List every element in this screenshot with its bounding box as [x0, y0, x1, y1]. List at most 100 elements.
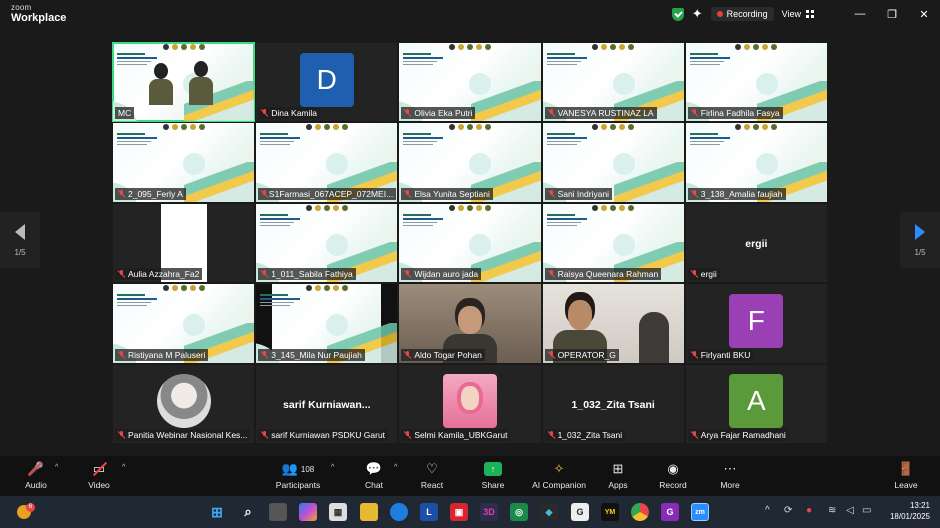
- participant-tile[interactable]: A Arya Fajar Ramadhani: [684, 363, 828, 444]
- participant-tile[interactable]: F Firlyanti BKU: [684, 283, 828, 364]
- participant-name-tag: Firlina Fadhila Fasya: [687, 107, 783, 120]
- copilot-icon[interactable]: [299, 503, 317, 521]
- file-explorer-icon[interactable]: [360, 503, 378, 521]
- ai-sparkle-icon[interactable]: ✦: [692, 6, 703, 22]
- calendar-app-icon[interactable]: ▦: [329, 503, 347, 521]
- zoom-taskbar-icon[interactable]: zm: [691, 503, 709, 521]
- tray-overflow-icon[interactable]: ^: [765, 505, 770, 516]
- chrome-icon[interactable]: [631, 503, 649, 521]
- participant-tile[interactable]: OPERATOR_G: [541, 283, 685, 364]
- chevron-left-icon: [15, 223, 25, 240]
- mic-muted-icon: [548, 430, 555, 439]
- participant-name: Raisya Queenara Rahman: [557, 269, 659, 280]
- participant-tile[interactable]: 2_095_Ferly A: [112, 122, 256, 203]
- participant-name: Ristiyana M Paluseri: [128, 349, 206, 360]
- participant-tile[interactable]: sarif Kurniawan... sarif Kurniawan PSDKU …: [255, 363, 399, 444]
- slide-title-text: [117, 133, 161, 148]
- participant-tile[interactable]: 1_032_Zita Tsani 1_032_Zita Tsani: [541, 363, 685, 444]
- participant-tile[interactable]: D Dina Kamila: [255, 42, 399, 123]
- restore-button[interactable]: ❐: [876, 0, 908, 28]
- participant-tile[interactable]: Raisya Queenara Rahman: [541, 202, 685, 284]
- recording-indicator[interactable]: Recording: [710, 7, 774, 21]
- close-button[interactable]: ✕: [908, 0, 940, 28]
- participant-name: sarif Kurniawan PSDKU Garut: [271, 429, 386, 440]
- slide-decoration: [470, 242, 541, 283]
- search-icon[interactable]: ⌕: [239, 503, 257, 521]
- participant-tile[interactable]: Sani Indriyani: [541, 122, 685, 203]
- record-icon: ◉: [667, 461, 679, 476]
- leave-button[interactable]: 🚪 Leave: [876, 460, 936, 490]
- capcut-icon[interactable]: ◆: [540, 503, 558, 521]
- participant-name-display: ergii: [745, 237, 768, 250]
- participant-tile[interactable]: S1Farmasi_067ACEP_072MEI...: [255, 122, 399, 203]
- participant-tile[interactable]: Wijdan auro jada: [398, 202, 542, 284]
- avatar: D: [299, 52, 354, 107]
- participant-name-tag: 3_138_Amalia faujiah: [687, 187, 786, 200]
- participant-tile[interactable]: 3_138_Amalia faujiah: [684, 122, 828, 203]
- participant-name: S1Farmasi_067ACEP_072MEI...: [268, 188, 394, 199]
- audio-options-caret[interactable]: ^: [55, 464, 58, 471]
- l-app-icon[interactable]: L: [420, 503, 438, 521]
- more-button[interactable]: ⋯ More: [700, 460, 760, 490]
- chat-options-caret[interactable]: ^: [394, 464, 397, 471]
- record-button[interactable]: ◉ Record: [643, 460, 703, 490]
- view-button[interactable]: View: [782, 9, 814, 19]
- participant-tile[interactable]: Ristiyana M Paluseri: [112, 283, 256, 364]
- minimize-button[interactable]: —: [844, 0, 876, 28]
- microphone-muted-icon: 🎤: [27, 461, 45, 476]
- participant-name-tag: Arya Fajar Ramadhani: [687, 428, 789, 441]
- participant-tile[interactable]: 1_011_Sabila Fathiya: [255, 202, 399, 284]
- wifi-icon[interactable]: ≋: [828, 505, 836, 516]
- participant-name-tag: 2_095_Ferly A: [115, 187, 186, 200]
- weather-widget-icon[interactable]: 6: [14, 501, 36, 523]
- windows-start-icon[interactable]: ⊞: [208, 503, 226, 521]
- participants-button[interactable]: 👥 108 Participants: [268, 460, 328, 490]
- red-app-icon[interactable]: ▣: [450, 503, 468, 521]
- participant-tile[interactable]: Selmi Kamila_UBKGarut: [398, 363, 542, 444]
- slide-title-text: [117, 294, 161, 309]
- next-page-button[interactable]: 1/5: [900, 212, 940, 268]
- volume-icon[interactable]: ◁: [846, 505, 854, 516]
- participant-tile[interactable]: Aulia Azzahra_Fa2: [112, 202, 256, 284]
- participants-label: Participants: [275, 480, 321, 490]
- participant-tile[interactable]: 3_145_Mila Nur Paujiah: [255, 283, 399, 364]
- apps-button[interactable]: ⊞ Apps: [588, 460, 648, 490]
- record-label: Record: [659, 480, 687, 490]
- purple-app-icon[interactable]: G: [661, 503, 679, 521]
- battery-icon[interactable]: ▭: [862, 505, 871, 516]
- participant-tile[interactable]: Aldo Togar Pohan: [398, 283, 542, 364]
- g-app-icon[interactable]: G: [571, 503, 589, 521]
- title-bar: zoom Workplace ✦ Recording View — ❐ ✕: [0, 0, 940, 32]
- security-shield-icon[interactable]: [671, 7, 684, 21]
- participant-name: MC: [118, 108, 132, 119]
- participants-options-caret[interactable]: ^: [331, 464, 334, 471]
- share-button[interactable]: ↑ Share: [463, 460, 523, 490]
- ym-app-icon[interactable]: YM: [601, 503, 619, 521]
- participant-name: Panitia Webinar Nasional Kes...: [128, 429, 248, 440]
- 3d-app-icon[interactable]: 3D: [480, 503, 498, 521]
- participant-tile[interactable]: Olivia Eka Putri: [398, 42, 542, 123]
- participant-tile[interactable]: VANESYA RUSTINAZ LA: [541, 42, 685, 123]
- share-label: Share: [481, 480, 505, 490]
- ai-companion-button[interactable]: ✧ AI Companion: [529, 460, 589, 490]
- participant-tile[interactable]: Elsa Yunita Septiani: [398, 122, 542, 203]
- participant-tile[interactable]: Firlina Fadhila Fasya: [684, 42, 828, 123]
- previous-page-button[interactable]: 1/5: [0, 212, 40, 268]
- participant-tile[interactable]: MC: [112, 42, 256, 123]
- participant-name-tag: VANESYA RUSTINAZ LA: [544, 107, 657, 120]
- video-label: Video: [88, 480, 110, 490]
- edge-browser-icon[interactable]: [390, 503, 408, 521]
- participant-name: OPERATOR_G: [557, 349, 616, 360]
- green-app-icon[interactable]: ◎: [510, 503, 528, 521]
- participant-name: Firlina Fadhila Fasya: [700, 108, 780, 119]
- participant-tile[interactable]: Panitia Webinar Nasional Kes...: [112, 363, 256, 444]
- video-options-caret[interactable]: ^: [122, 464, 125, 471]
- tray-app-icon[interactable]: ⟳: [784, 505, 792, 516]
- tray-mic-icon[interactable]: ●: [806, 505, 812, 516]
- clock[interactable]: 13:21 18/01/2025: [890, 500, 930, 522]
- task-view-icon[interactable]: [269, 503, 287, 521]
- react-button[interactable]: ♡ React: [402, 460, 462, 490]
- video-button[interactable]: ▭ Video: [69, 460, 129, 490]
- participant-name: VANESYA RUSTINAZ LA: [557, 108, 654, 119]
- participant-tile[interactable]: ergii ergii: [684, 202, 828, 284]
